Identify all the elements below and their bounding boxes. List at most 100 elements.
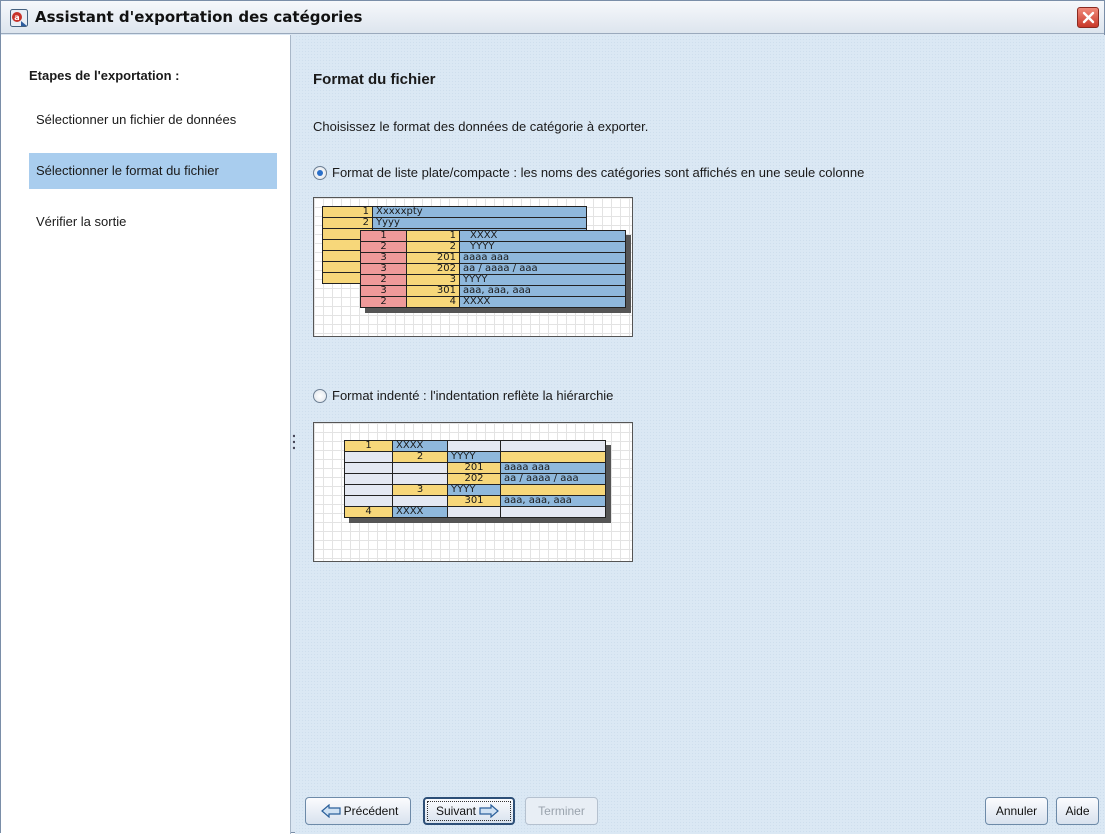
table-cell: YYYY: [447, 484, 501, 496]
table-cell: [344, 451, 393, 463]
close-icon: [1082, 11, 1095, 24]
table-cell: XXXX: [392, 506, 448, 518]
table-cell: 3: [406, 274, 460, 286]
indented-format-radio[interactable]: [313, 388, 327, 403]
table-cell: 2: [322, 217, 373, 229]
table-cell: aaa, aaa, aaa: [500, 495, 606, 507]
table-cell: [500, 440, 606, 452]
next-label: Suivant: [435, 804, 477, 818]
table-cell: [392, 462, 448, 474]
table-cell: 2: [360, 274, 407, 286]
table-cell: [392, 473, 448, 485]
arrow-left-icon: [320, 804, 341, 818]
table-cell: [447, 440, 501, 452]
table-cell: Xxxxxpty: [372, 206, 587, 218]
table-cell: [500, 506, 606, 518]
app-icon: a: [10, 9, 28, 27]
cancel-button[interactable]: Annuler: [985, 797, 1048, 825]
indented-format-option[interactable]: Format indenté : l'indentation reflète l…: [313, 388, 613, 403]
format-panel: Format du fichier Choisissez le format d…: [295, 35, 1105, 834]
cancel-label: Annuler: [995, 804, 1038, 818]
table-cell: 3: [392, 484, 448, 496]
table-cell: 3: [360, 285, 407, 297]
table-cell: 2: [392, 451, 448, 463]
flat-format-label: Format de liste plate/compacte : les nom…: [332, 165, 865, 180]
table-cell: 301: [447, 495, 501, 507]
help-label: Aide: [1065, 804, 1090, 818]
steps-title: Etapes de l'exportation :: [29, 68, 180, 83]
table-cell: [500, 484, 606, 496]
table-cell: aa / aaaa / aaa: [500, 473, 606, 485]
table-cell: XXXX: [392, 440, 448, 452]
window-title: Assistant d'exportation des catégories: [35, 8, 363, 26]
finish-button[interactable]: Terminer: [525, 797, 598, 825]
table-cell: [344, 462, 393, 474]
previous-label: Précédent: [343, 804, 399, 818]
table-row: 1 XXXX: [344, 440, 606, 452]
table-cell: [447, 506, 501, 518]
steps-sidebar: Etapes de l'exportation : Sélectionner u…: [1, 35, 291, 834]
table-row: 3 YYYY: [344, 484, 606, 496]
table-cell: YYYY: [459, 241, 626, 253]
table-cell: 1: [360, 230, 407, 242]
table-cell: 1: [344, 440, 393, 452]
table-row: 2 3 YYYY: [360, 274, 626, 286]
flat-preview-front-table: 1 1 XXXX 2 2 YYYY 3 201 aaaa aaa 3 202 a…: [360, 230, 626, 308]
table-cell: [344, 495, 393, 507]
table-row: 2 2 YYYY: [360, 241, 626, 253]
table-cell: YYYY: [447, 451, 501, 463]
table-cell: 4: [344, 506, 393, 518]
table-cell: 3: [360, 263, 407, 275]
indent-preview-table: 1 XXXX 2 YYYY 201 aaaa aaa 202 aa / aaaa…: [344, 440, 606, 518]
previous-button[interactable]: Précédent: [305, 797, 411, 825]
table-row: 2 4 XXXX: [360, 296, 626, 308]
table-row: 2 YYYY: [344, 451, 606, 463]
indented-format-preview: 1 XXXX 2 YYYY 201 aaaa aaa 202 aa / aaaa…: [313, 422, 633, 562]
table-cell: aa / aaaa / aaa: [459, 263, 626, 275]
table-row: 3 202 aa / aaaa / aaa: [360, 263, 626, 275]
close-button[interactable]: [1077, 7, 1099, 28]
step-select-data-file[interactable]: Sélectionner un fichier de données: [29, 102, 277, 138]
table-row: 4 XXXX: [344, 506, 606, 518]
table-cell: 4: [406, 296, 460, 308]
table-cell: 1: [406, 230, 460, 242]
table-row: 2 Yyyy: [322, 217, 587, 229]
help-button[interactable]: Aide: [1056, 797, 1099, 825]
table-cell: [344, 473, 393, 485]
finish-label: Terminer: [538, 804, 585, 818]
table-cell: [344, 484, 393, 496]
table-cell: YYYY: [459, 274, 626, 286]
table-cell: 201: [406, 252, 460, 264]
table-cell: aaaa aaa: [500, 462, 606, 474]
svg-text:a: a: [14, 13, 19, 22]
step-verify-output[interactable]: Vérifier la sortie: [29, 204, 277, 240]
table-cell: aaa, aaa, aaa: [459, 285, 626, 297]
table-cell: 1: [322, 206, 373, 218]
flat-format-preview: 1 Xxxxxpty 2 Yyyy 1 1 XXXX 2 2 YYYY 3 20…: [313, 197, 633, 337]
table-cell: 301: [406, 285, 460, 297]
export-wizard-window: a Assistant d'exportation des catégories…: [0, 0, 1105, 834]
table-cell: Yyyy: [372, 217, 587, 229]
instruction-text: Choisissez le format des données de caté…: [313, 119, 649, 134]
next-button[interactable]: Suivant: [423, 797, 515, 825]
table-cell: aaaa aaa: [459, 252, 626, 264]
table-cell: 2: [360, 296, 407, 308]
step-select-file-format[interactable]: Sélectionner le format du fichier: [29, 153, 277, 189]
table-cell: XXXX: [459, 230, 626, 242]
flat-format-radio[interactable]: [313, 165, 327, 180]
table-row: 3 201 aaaa aaa: [360, 252, 626, 264]
table-cell: 202: [447, 473, 501, 485]
table-row: 201 aaaa aaa: [344, 462, 606, 474]
flat-format-option[interactable]: Format de liste plate/compacte : les nom…: [313, 165, 864, 180]
table-row: 1 1 XXXX: [360, 230, 626, 242]
arrow-right-icon: [479, 804, 499, 818]
page-title: Format du fichier: [313, 71, 436, 88]
title-bar: a Assistant d'exportation des catégories: [1, 1, 1104, 34]
table-cell: 3: [360, 252, 407, 264]
table-cell: [500, 451, 606, 463]
table-row: 202 aa / aaaa / aaa: [344, 473, 606, 485]
table-row: 3 301 aaa, aaa, aaa: [360, 285, 626, 297]
table-cell: 202: [406, 263, 460, 275]
table-cell: 2: [360, 241, 407, 253]
table-cell: XXXX: [459, 296, 626, 308]
